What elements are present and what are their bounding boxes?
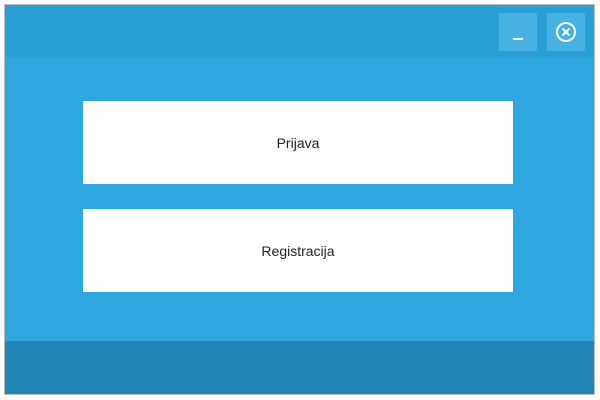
app-window: Prijava Registracija (4, 4, 595, 395)
title-bar (5, 5, 594, 57)
close-circle-icon (556, 22, 576, 42)
footer-bar (5, 341, 594, 394)
register-button[interactable]: Registracija (83, 209, 513, 292)
minimize-button[interactable] (499, 13, 537, 51)
minimize-icon (513, 38, 523, 40)
close-button[interactable] (547, 13, 585, 51)
login-button[interactable]: Prijava (83, 101, 513, 184)
